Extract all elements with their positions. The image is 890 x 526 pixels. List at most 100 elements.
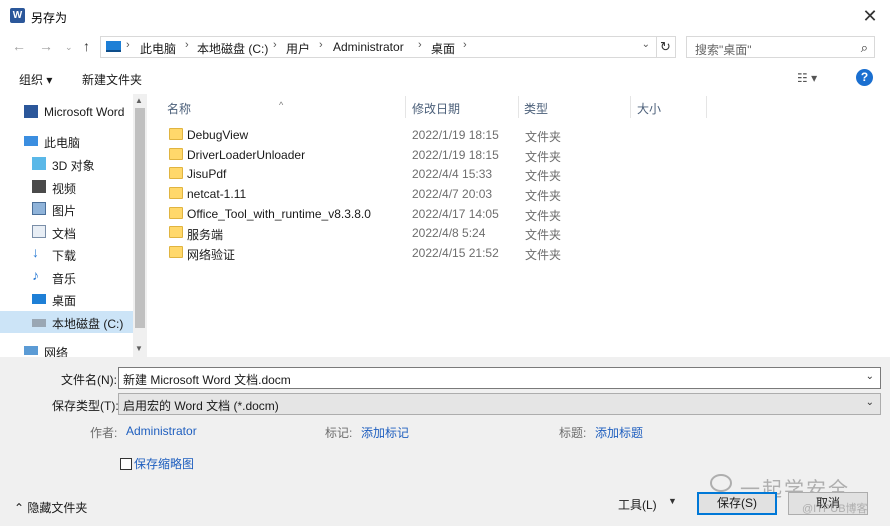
chevron-down-icon[interactable]: ⌄ bbox=[642, 39, 650, 50]
tools-button[interactable]: 工具(L) bbox=[618, 496, 657, 513]
refresh-button[interactable]: ↻ bbox=[656, 36, 676, 58]
nav-item-desktop[interactable]: 桌面 bbox=[0, 288, 133, 310]
file-name: 服务端 bbox=[187, 228, 224, 242]
nav-item-downloads[interactable]: ↓ 下载 bbox=[0, 243, 133, 265]
navigation-scrollbar[interactable]: ▲ ▼ bbox=[133, 94, 147, 357]
back-arrow-icon[interactable]: ← bbox=[12, 38, 26, 54]
chevron-down-icon[interactable]: ⌄ bbox=[866, 371, 874, 382]
file-type: 文件夹 bbox=[525, 189, 562, 203]
navigation-bar: ← → ⌄ ↑ › 此电脑 › 本地磁盘 (C:) › 用户 › Adminis… bbox=[0, 32, 890, 62]
file-date: 2022/4/15 21:52 bbox=[412, 246, 499, 260]
recent-locations-chevron-icon[interactable]: ⌄ bbox=[65, 42, 73, 53]
download-icon: ↓ bbox=[32, 244, 39, 260]
breadcrumb-users[interactable]: 用户 bbox=[286, 40, 310, 57]
nav-item-label: 下载 bbox=[52, 249, 77, 263]
computer-icon bbox=[106, 41, 121, 52]
command-toolbar: 组织 ▾ 新建文件夹 ☷ ▾ ? bbox=[0, 62, 890, 94]
column-header-size[interactable]: 大小 bbox=[631, 94, 706, 120]
drive-icon bbox=[32, 319, 46, 327]
file-row[interactable]: DebugView 2022/1/19 18:15 文件夹 bbox=[161, 125, 721, 145]
help-icon[interactable]: ? bbox=[856, 69, 873, 86]
window-title: 另存为 bbox=[31, 11, 68, 25]
tags-field[interactable]: 添加标记 bbox=[361, 424, 409, 441]
new-folder-button[interactable]: 新建文件夹 bbox=[82, 71, 142, 88]
file-row[interactable]: JisuPdf 2022/4/4 15:33 文件夹 bbox=[161, 164, 721, 184]
filename-label: 文件名(N): bbox=[61, 373, 117, 387]
nav-item-label: 文档 bbox=[52, 227, 77, 241]
search-placeholder: 搜索"桌面" bbox=[695, 43, 752, 57]
breadcrumb-desktop[interactable]: 桌面 bbox=[431, 40, 455, 57]
file-name: DriverLoaderUnloader bbox=[187, 148, 306, 162]
file-row[interactable]: Office_Tool_with_runtime_v8.3.8.0 2022/4… bbox=[161, 204, 721, 224]
nav-item-music[interactable]: ♪ 音乐 bbox=[0, 266, 133, 288]
network-icon bbox=[24, 346, 38, 355]
filename-input[interactable]: 新建 Microsoft Word 文档.docm ⌄ bbox=[118, 367, 881, 389]
title-bar: W 另存为 ✕ bbox=[0, 0, 890, 32]
folder-icon bbox=[169, 207, 183, 219]
file-row[interactable]: netcat-1.11 2022/4/7 20:03 文件夹 bbox=[161, 184, 721, 204]
file-date: 2022/4/8 5:24 bbox=[412, 226, 486, 240]
column-header-type[interactable]: 类型 bbox=[519, 94, 630, 120]
nav-item-label: 视频 bbox=[52, 182, 77, 196]
watermark-subtext: @ITPUB博客 bbox=[802, 503, 868, 515]
nav-item-local-disk[interactable]: 本地磁盘 (C:) bbox=[0, 311, 133, 333]
breadcrumb-local-disk[interactable]: 本地磁盘 (C:) bbox=[197, 40, 268, 57]
save-thumbnail-label[interactable]: 保存缩略图 bbox=[134, 455, 194, 472]
file-type: 文件夹 bbox=[525, 150, 562, 164]
nav-item-label: Microsoft Word bbox=[44, 105, 125, 119]
folder-icon bbox=[169, 148, 183, 160]
nav-item-videos[interactable]: 视频 bbox=[0, 176, 133, 198]
forward-arrow-icon[interactable]: → bbox=[39, 38, 53, 54]
column-header-name[interactable]: 名称 ^ bbox=[147, 94, 405, 120]
file-name: DebugView bbox=[187, 128, 249, 142]
view-options-icon[interactable]: ☷ ▾ bbox=[797, 71, 817, 85]
title-field[interactable]: 添加标题 bbox=[595, 424, 643, 441]
refresh-icon: ↻ bbox=[660, 39, 671, 54]
author-field[interactable]: Administrator bbox=[126, 424, 197, 438]
column-divider[interactable] bbox=[706, 96, 707, 118]
file-row[interactable]: DriverLoaderUnloader 2022/1/19 18:15 文件夹 bbox=[161, 145, 721, 165]
column-header-modified[interactable]: 修改日期 bbox=[406, 94, 518, 120]
file-date: 2022/1/19 18:15 bbox=[412, 148, 499, 162]
up-arrow-icon[interactable]: ↑ bbox=[83, 38, 90, 54]
nav-item-pictures[interactable]: 图片 bbox=[0, 198, 133, 220]
organize-menu[interactable]: 组织 ▾ bbox=[19, 71, 52, 88]
breadcrumb-administrator[interactable]: Administrator bbox=[333, 40, 404, 54]
hide-folders-label: 隐藏文件夹 bbox=[27, 501, 88, 515]
close-icon: ✕ bbox=[862, 6, 878, 26]
address-bar[interactable]: › 此电脑 › 本地磁盘 (C:) › 用户 › Administrator ›… bbox=[100, 36, 657, 58]
desktop-icon bbox=[32, 294, 46, 304]
nav-item-this-pc[interactable]: 此电脑 bbox=[0, 130, 133, 152]
chevron-right-icon: › bbox=[418, 39, 422, 51]
file-row[interactable]: 服务端 2022/4/8 5:24 文件夹 bbox=[161, 223, 721, 243]
chevron-right-icon: › bbox=[185, 39, 189, 51]
hide-folders-button[interactable]: ⌃ 隐藏文件夹 bbox=[14, 499, 87, 516]
chevron-down-icon[interactable]: ⌄ bbox=[866, 397, 874, 408]
file-type: 文件夹 bbox=[525, 169, 562, 183]
nav-item-label: 此电脑 bbox=[44, 136, 81, 150]
scroll-up-icon[interactable]: ▲ bbox=[135, 96, 143, 105]
nav-item-documents[interactable]: 文档 bbox=[0, 221, 133, 243]
nav-item-microsoft-word[interactable]: Microsoft Word bbox=[0, 101, 133, 123]
breadcrumb-this-pc[interactable]: 此电脑 bbox=[140, 40, 176, 57]
nav-item-label: 音乐 bbox=[52, 272, 77, 286]
nav-item-label: 桌面 bbox=[52, 294, 77, 308]
file-name: JisuPdf bbox=[187, 167, 227, 181]
save-thumbnail-checkbox[interactable] bbox=[120, 458, 132, 470]
folder-icon bbox=[169, 226, 183, 238]
save-options-panel: 文件名(N): 新建 Microsoft Word 文档.docm ⌄ 保存类型… bbox=[0, 357, 890, 526]
nav-item-network[interactable]: 网络 bbox=[0, 340, 133, 357]
file-row[interactable]: 网络验证 2022/4/15 21:52 文件夹 bbox=[161, 243, 721, 263]
tools-dropdown-icon[interactable]: ▼ bbox=[668, 496, 677, 506]
scroll-down-icon[interactable]: ▼ bbox=[135, 344, 143, 353]
filename-value: 新建 Microsoft Word 文档.docm bbox=[123, 373, 291, 387]
save-button[interactable]: 保存(S) bbox=[697, 492, 777, 515]
scroll-thumb[interactable] bbox=[135, 108, 145, 328]
filetype-select[interactable]: 启用宏的 Word 文档 (*.docm) ⌄ bbox=[118, 393, 881, 415]
file-name: 网络验证 bbox=[187, 248, 236, 262]
filetype-value: 启用宏的 Word 文档 (*.docm) bbox=[123, 399, 279, 413]
close-button[interactable]: ✕ bbox=[858, 4, 882, 28]
author-label: 作者: bbox=[90, 426, 118, 440]
search-input[interactable]: 搜索"桌面" ⌕ bbox=[686, 36, 875, 58]
nav-item-3d-objects[interactable]: 3D 对象 bbox=[0, 153, 133, 175]
